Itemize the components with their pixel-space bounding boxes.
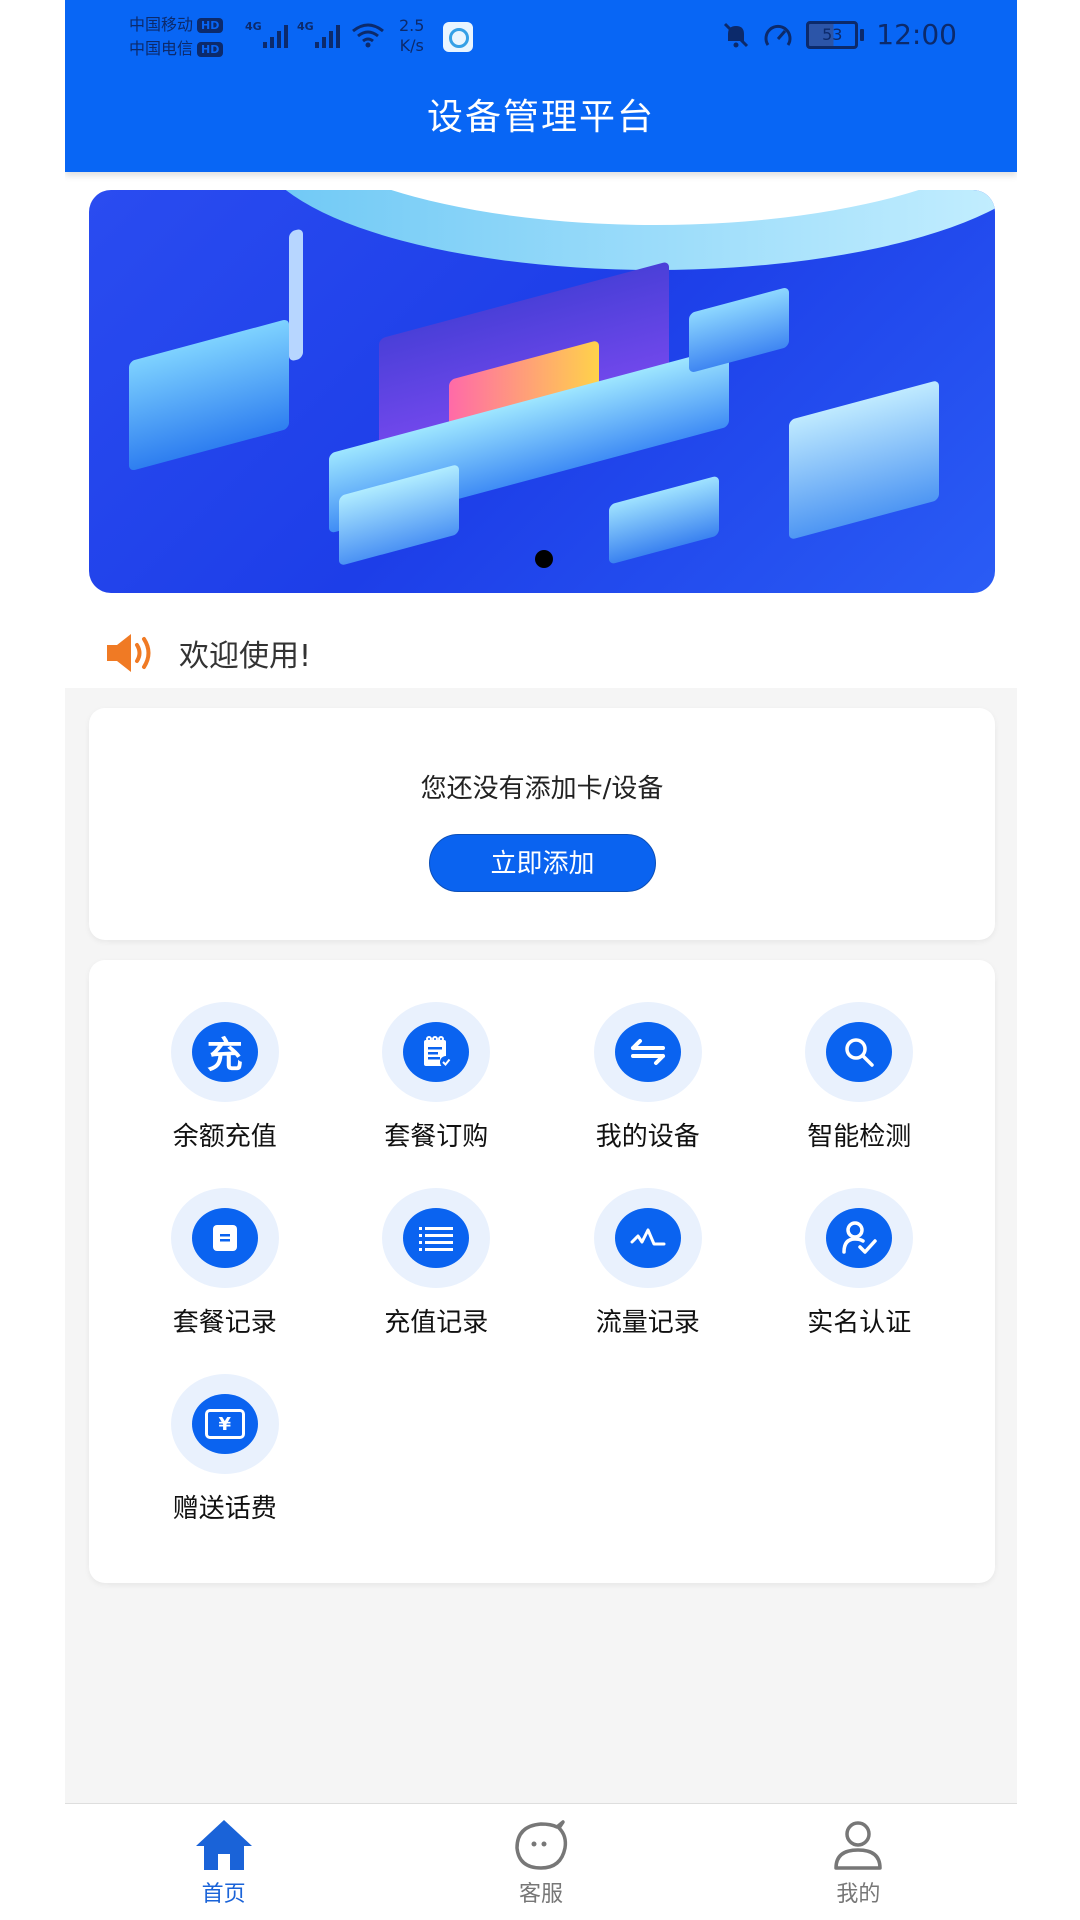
menu-item-real-name-auth[interactable]: 实名认证: [754, 1188, 966, 1344]
notice-text: 欢迎使用!: [179, 639, 312, 674]
user-icon: [834, 1821, 883, 1870]
function-menu-card: 充 余额充值 套餐订购 我的设备 智能检测 套餐记录 充值记录 流量记录 实名认…: [89, 960, 995, 1583]
tab-customer-service[interactable]: 客服: [382, 1804, 699, 1920]
hd-badge: HD: [197, 42, 224, 57]
tab-profile[interactable]: 我的: [700, 1804, 1017, 1920]
bell-muted-icon: [724, 22, 749, 47]
banner-carousel[interactable]: [89, 190, 995, 593]
add-device-button[interactable]: 立即添加: [429, 834, 656, 892]
wifi-icon: [352, 23, 384, 48]
status-bar: 中国移动 HD 中国电信 HD 4G 4G 2.5 K/s 53 12:00: [65, 0, 1017, 70]
status-right: 53 12:00: [722, 18, 957, 51]
signal-icon: [315, 22, 340, 48]
illustration-server: [129, 318, 289, 472]
home-icon: [195, 1820, 252, 1870]
ticket-yuan-icon: ¥: [191, 1394, 258, 1454]
menu-item-label: 流量记录: [595, 1308, 700, 1338]
menu-item-package-order[interactable]: 套餐订购: [331, 1002, 543, 1158]
menu-item-package-record[interactable]: 套餐记录: [119, 1188, 331, 1344]
app-notification-icon: [443, 22, 473, 52]
illustration-crane: [289, 228, 303, 362]
carousel-indicator[interactable]: [535, 550, 553, 568]
clock: 12:00: [876, 18, 957, 51]
network-type-1: 4G: [245, 20, 262, 33]
menu-item-gift-credit[interactable]: ¥ 赠送话费: [119, 1374, 331, 1530]
notice-bar: 欢迎使用!: [105, 628, 311, 678]
page-title: 设备管理平台: [426, 97, 655, 138]
menu-item-label: 我的设备: [595, 1122, 700, 1152]
tab-home[interactable]: 首页: [65, 1804, 382, 1920]
carrier-2: 中国电信: [129, 39, 194, 58]
tab-label: 我的: [836, 1882, 881, 1907]
package-record-icon: [191, 1208, 258, 1268]
illustration-storage: [789, 379, 939, 541]
signal-icon: [263, 22, 288, 48]
battery-indicator: 53: [806, 20, 865, 49]
menu-item-my-devices[interactable]: 我的设备: [542, 1002, 754, 1158]
app-header: 中国移动 HD 中国电信 HD 4G 4G 2.5 K/s 53 12:00 设…: [65, 0, 1017, 172]
empty-device-message: 您还没有添加卡/设备: [420, 774, 664, 804]
search-icon: [826, 1022, 893, 1082]
menu-item-recharge-record[interactable]: 充值记录: [331, 1188, 543, 1344]
function-grid: 充 余额充值 套餐订购 我的设备 智能检测 套餐记录 充值记录 流量记录 实名认…: [89, 1002, 995, 1530]
carrier-1: 中国移动: [129, 15, 194, 34]
menu-item-balance-recharge[interactable]: 充 余额充值: [119, 1002, 331, 1158]
menu-item-label: 智能检测: [807, 1122, 912, 1152]
speaker-icon: [107, 634, 151, 672]
menu-item-label: 套餐订购: [384, 1122, 489, 1152]
hd-badge: HD: [197, 18, 224, 33]
bottom-navigation: 首页 客服 我的: [65, 1803, 1017, 1920]
app-screen: 中国移动 HD 中国电信 HD 4G 4G 2.5 K/s 53 12:00 设…: [65, 0, 1017, 1920]
tab-label: 客服: [518, 1882, 563, 1907]
menu-item-label: 赠送话费: [172, 1494, 277, 1524]
menu-item-traffic-record[interactable]: 流量记录: [542, 1188, 754, 1344]
device-switch-icon: [614, 1022, 681, 1082]
list-icon: [403, 1208, 470, 1268]
menu-item-label: 充值记录: [384, 1308, 489, 1338]
pulse-icon: [614, 1208, 681, 1268]
menu-item-smart-detect[interactable]: 智能检测: [754, 1002, 966, 1158]
chat-face-icon: [515, 1820, 568, 1870]
speedometer-icon: [764, 24, 792, 46]
tab-label: 首页: [201, 1882, 246, 1907]
recharge-icon: 充: [191, 1022, 258, 1082]
package-order-icon: [403, 1022, 470, 1082]
menu-item-label: 套餐记录: [172, 1308, 277, 1338]
network-speed: 2.5 K/s: [399, 16, 425, 55]
menu-item-label: 余额充值: [172, 1122, 277, 1152]
menu-item-label: 实名认证: [807, 1308, 912, 1338]
network-type-2: 4G: [297, 20, 314, 33]
carrier-info: 中国移动 HD 中国电信 HD: [129, 13, 224, 61]
device-empty-card: 您还没有添加卡/设备 立即添加: [89, 708, 995, 940]
user-verified-icon: [826, 1208, 893, 1268]
